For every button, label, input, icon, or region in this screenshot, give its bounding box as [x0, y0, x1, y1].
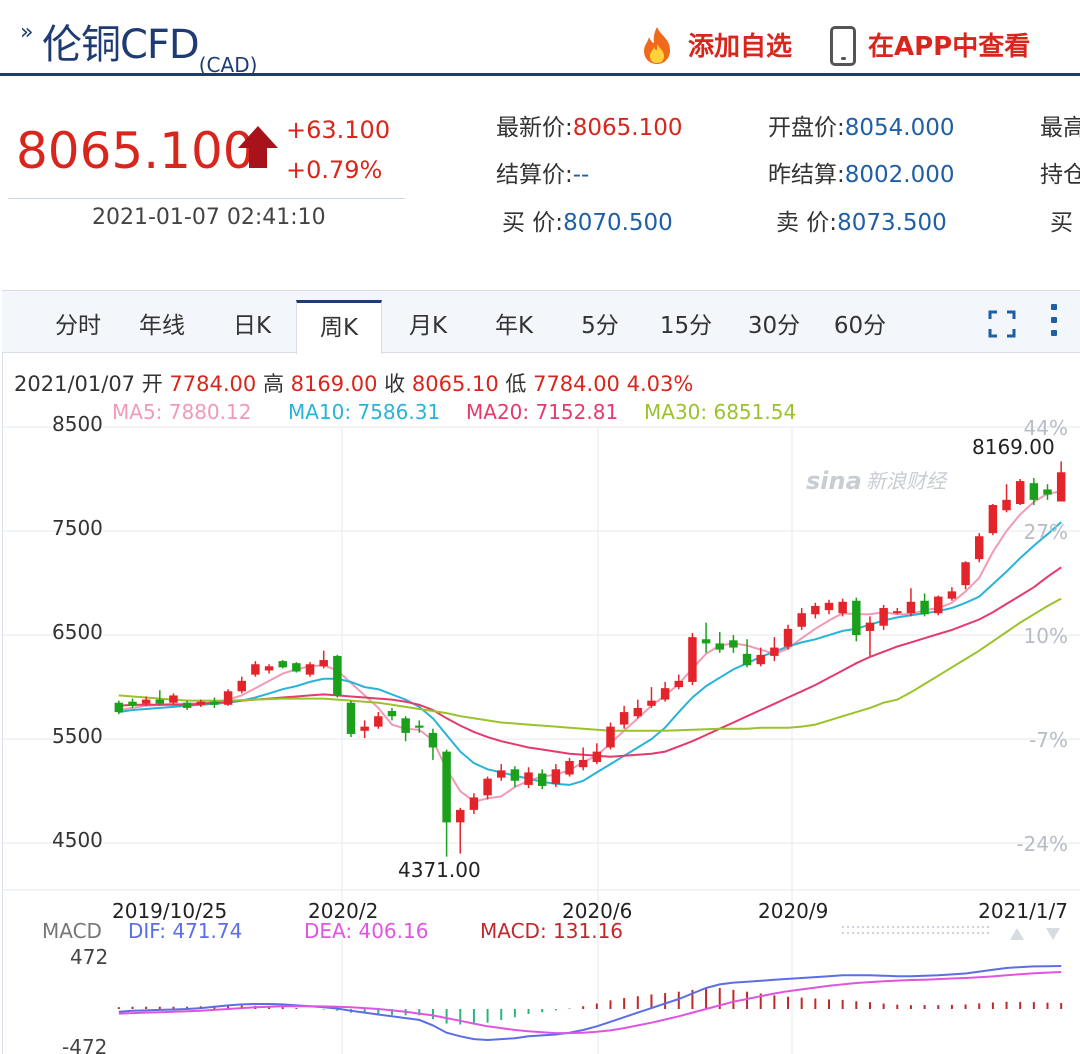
current-price: 8065.100	[16, 122, 255, 180]
prev-settle-field: 昨结算:8002.000	[768, 162, 955, 188]
page-header: » 伦铜CFD(CAD) 添加自选 在APP中查看	[0, 0, 1080, 77]
tab-60min[interactable]: 60分	[828, 300, 892, 352]
divider	[8, 198, 405, 199]
tab-30min[interactable]: 30分	[742, 300, 806, 352]
settle-price-field: 结算价:--	[496, 162, 590, 188]
title-marker-icon: »	[20, 20, 34, 45]
tab-year-line[interactable]: 年线	[132, 300, 192, 352]
tab-intraday[interactable]: 分时	[48, 300, 108, 352]
ma20-legend: MA20: 7152.81	[466, 400, 619, 424]
latest-price-field: 最新价:8065.100	[496, 115, 683, 141]
high-price-field: 最高	[1040, 115, 1080, 141]
price-change-pct: +0.79%	[286, 156, 383, 184]
price-change: +63.100	[286, 116, 391, 144]
view-in-app-button[interactable]: 在APP中查看	[868, 26, 1030, 63]
tab-5min[interactable]: 5分	[572, 300, 628, 352]
tab-yearly-k[interactable]: 年K	[484, 300, 544, 352]
phone-icon	[830, 26, 856, 66]
tab-weekly-k[interactable]: 周K	[296, 300, 382, 354]
ask-price-field: 卖 价:8073.500	[776, 210, 947, 236]
bid-price-field: 买 价:8070.500	[502, 210, 673, 236]
quote-timestamp: 2021-01-07 02:41:10	[92, 205, 326, 230]
bar-info: 2021/01/07 开 7784.00 高 8169.00 收 8065.10…	[14, 372, 694, 396]
open-price-field: 开盘价:8054.000	[768, 115, 955, 141]
tab-daily-k[interactable]: 日K	[222, 300, 282, 352]
page-title: 伦铜CFD(CAD)	[42, 22, 258, 77]
tab-monthly-k[interactable]: 月K	[398, 300, 458, 352]
ma5-legend: MA5: 7880.12	[112, 400, 252, 424]
ma30-legend: MA30: 6851.54	[644, 400, 797, 424]
add-watchlist-button[interactable]: 添加自选	[688, 26, 792, 63]
bid-volume-field: 买	[1050, 210, 1073, 236]
fire-icon	[644, 27, 670, 64]
more-options-icon[interactable]	[1050, 304, 1058, 338]
ma10-legend: MA10: 7586.31	[288, 400, 441, 424]
open-interest-field: 持仓	[1040, 162, 1080, 188]
fullscreen-icon[interactable]	[988, 310, 1016, 338]
up-arrow-icon	[238, 126, 278, 168]
tab-15min[interactable]: 15分	[654, 300, 718, 352]
